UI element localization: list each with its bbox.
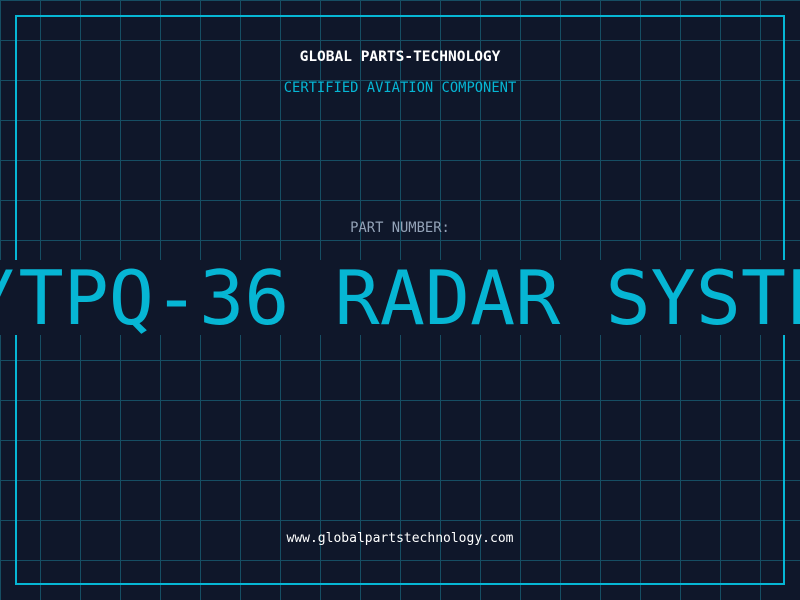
part-number-band: AN/TPQ-36 RADAR SYSTEM bbox=[0, 260, 800, 335]
company-name: GLOBAL PARTS-TECHNOLOGY bbox=[299, 49, 501, 65]
tagline: CERTIFIED AVIATION COMPONENT bbox=[283, 80, 517, 96]
part-number-label: PART NUMBER: bbox=[350, 220, 450, 236]
website-link[interactable]: www.globalpartstechnology.com bbox=[0, 531, 800, 546]
part-number-value: AN/TPQ-36 RADAR SYSTEM bbox=[0, 260, 800, 335]
